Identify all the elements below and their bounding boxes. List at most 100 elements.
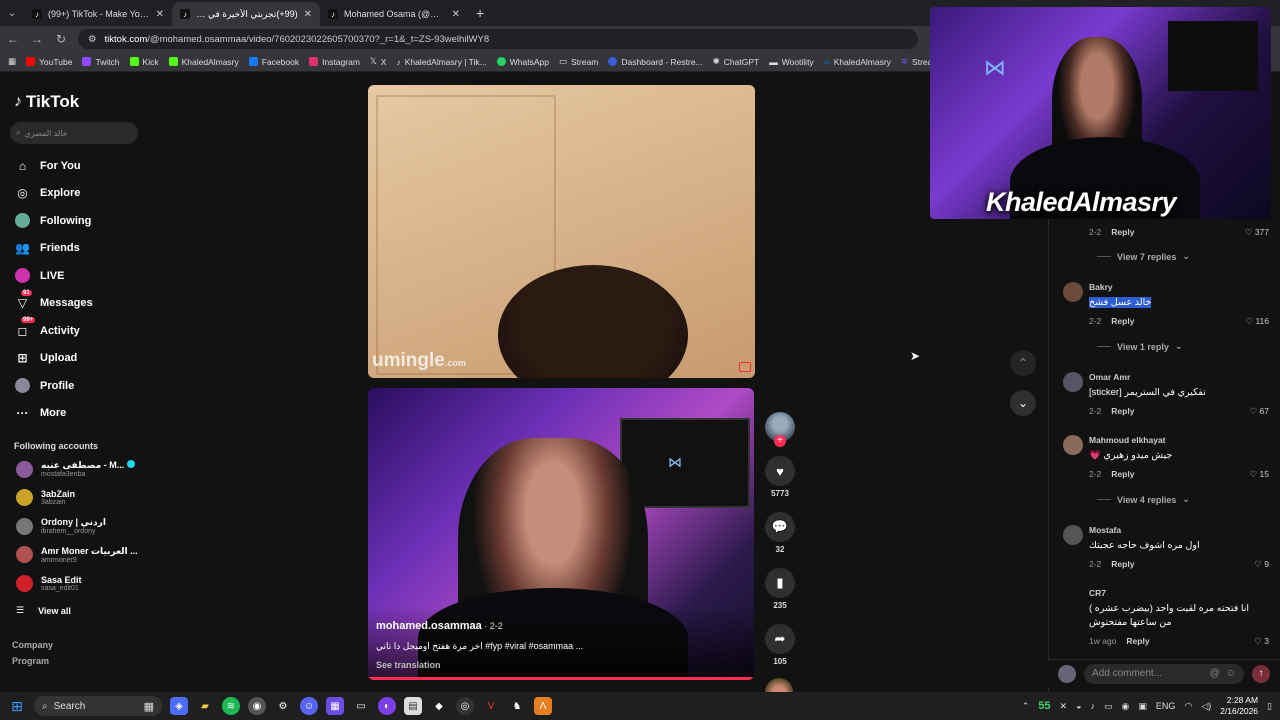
comment-user[interactable]: Mostafa [1089,525,1121,535]
nav-for-you[interactable]: ⌂ For You [10,152,150,180]
comment-like[interactable]: ♡ 377 [1245,227,1269,238]
account-item[interactable]: Sasa Edit sasa_edit01 [10,569,150,598]
comment-like[interactable]: ♡ 9 [1254,559,1269,570]
tiktok-logo[interactable]: ♪ TikTok [14,92,150,112]
tray-counter[interactable]: 55 [1038,700,1050,712]
file-explorer-icon[interactable]: ▰ [196,697,214,715]
tray-app-icon[interactable]: ✕ [1060,701,1068,712]
copilot-icon[interactable]: ◈ [170,697,188,715]
site-info-icon[interactable]: ⚙ [88,34,97,45]
store-icon[interactable]: ▤ [404,697,422,715]
nav-profile[interactable]: Profile [10,372,150,400]
footer-company-link[interactable]: Company [10,640,150,650]
bookmark-instagram[interactable]: Instagram [309,57,360,67]
url-field[interactable]: ⚙ tiktok.com/@mohamed.osammaa/video/7602… [78,29,918,49]
apps-grid-icon[interactable]: ▦ [8,56,16,67]
tray-app-icon[interactable]: ▣ [1138,701,1147,712]
tray-app-icon[interactable]: ▭ [1104,701,1113,712]
gamepad-icon[interactable]: ◆ [430,697,448,715]
nav-explore[interactable]: ◎ Explore [10,180,150,208]
reply-button[interactable]: Reply [1111,469,1134,479]
chrome-icon[interactable]: ◉ [248,697,266,715]
app-steam-icon[interactable]: ♞ [508,697,526,715]
reply-button[interactable]: Reply [1111,316,1134,326]
tray-app-icon[interactable]: ◉ [1122,701,1130,712]
bookmark-x[interactable]: 𝕏X [370,56,387,67]
close-icon[interactable]: ✕ [304,9,312,20]
previous-video[interactable]: umingle.com [368,85,755,378]
twitch-studio-icon[interactable]: ◐ [378,697,396,715]
video-progress-bar[interactable] [368,677,754,680]
view-all-button[interactable]: ☰ View all [10,602,150,620]
view-replies-button[interactable]: View 4 replies ⌄ [1097,494,1190,505]
save-button[interactable]: ▮ [765,568,795,598]
chevron-down-icon[interactable]: ⌄ [1010,390,1036,416]
tab-profile[interactable]: ♪ Mohamed Osama (@mohamed ✕ [320,2,468,26]
discord-icon[interactable]: ☺ [300,697,318,715]
forward-arrow-icon[interactable]: → [30,32,44,46]
nav-friends[interactable]: 👥 Friends [10,235,150,263]
close-icon[interactable]: ✕ [452,9,460,20]
microphone-icon[interactable]: ♪ [1091,701,1096,711]
current-video[interactable]: ⋈ mohamed.osammaa · 2-2 اخر مرة هفتح اوم… [368,388,754,680]
account-item[interactable]: Ordony | اردني ibrahem__ordony [10,512,150,541]
comment-user[interactable]: Omar Amr [1089,372,1130,382]
bookmark-restream[interactable]: Dashboard - Restre... [608,57,703,67]
nav-more[interactable]: ··· More [10,400,150,428]
obs-icon[interactable]: ◎ [456,697,474,715]
mention-icon[interactable]: @ [1210,668,1220,679]
apps-icon[interactable]: ▦ [326,697,344,715]
add-comment-input[interactable]: Add comment... @ ☺ [1084,663,1244,684]
like-button[interactable]: ♥ [765,456,795,486]
new-tab-button[interactable]: + [468,5,492,21]
bookmark-facebook[interactable]: Facebook [248,57,299,67]
reload-icon[interactable]: ↻ [54,32,68,46]
bookmark-whatsapp[interactable]: WhatsApp [496,57,549,67]
settings-icon[interactable]: ⚙ [274,697,292,715]
comment-user[interactable]: Mahmoud elkhayat [1089,435,1166,445]
bookmark-khaledalmasry-kick[interactable]: KhaledAlmasry [168,57,239,67]
reply-button[interactable]: Reply [1111,559,1134,569]
reply-button[interactable]: Reply [1111,227,1134,237]
bookmark-chatgpt[interactable]: ✺ ChatGPT [713,56,760,67]
account-item[interactable]: 3abZain 3abzain [10,484,150,513]
nav-activity[interactable]: ◻ 99+ Activity [10,317,150,345]
send-arrow-icon[interactable]: ↑ [1252,664,1270,683]
footer-program-link[interactable]: Program [10,656,150,666]
nav-upload[interactable]: ⊞ Upload [10,345,150,373]
comment-user[interactable]: CR7 [1089,588,1106,598]
volume-icon[interactable]: ◁) [1201,701,1211,712]
notification-icon[interactable]: ▯ [1267,701,1272,712]
bookmark-stream[interactable]: ▭ Stream [559,56,598,67]
share-button[interactable]: ➦ [765,624,795,654]
comment-user[interactable]: Bakry [1089,282,1113,292]
comment-like[interactable]: ♡ 116 [1245,316,1269,327]
language-indicator[interactable]: ENG [1156,701,1176,711]
tab-tiktok-video[interactable]: ♪ (99+)تجربتي الأخيرة في أوميجل | ✕ [172,2,320,26]
reply-button[interactable]: Reply [1111,406,1134,416]
close-icon[interactable]: ✕ [156,9,164,20]
comment-like[interactable]: ♡ 3 [1254,636,1269,647]
chevron-up-icon[interactable]: ⌃ [1010,350,1036,376]
view-replies-button[interactable]: View 7 replies ⌄ [1097,251,1190,262]
account-item[interactable]: Amr Moner العربيات ... amrmoner9 [10,541,150,570]
comment-like[interactable]: ♡ 67 [1250,406,1269,417]
nav-live[interactable]: LIVE [10,262,150,290]
bookmark-kick[interactable]: Kick [129,57,159,67]
windows-start-icon[interactable]: ⊞ [8,697,26,715]
terminal-icon[interactable]: ▭ [352,697,370,715]
comment-like[interactable]: ♡ 15 [1250,469,1269,480]
reply-button[interactable]: Reply [1126,636,1149,646]
view-replies-button[interactable]: View 1 reply ⌄ [1097,341,1182,352]
emoji-icon[interactable]: ☺ [1226,668,1236,679]
tab-search-icon[interactable]: ⌄ [0,0,24,26]
bookmark-khaledalmasry-meta[interactable]: ∞ KhaledAlmasry [824,57,891,67]
bookmark-khaledalmasry-tiktok[interactable]: ♪ KhaledAlmasry | Tik... [396,57,486,67]
bookmark-youtube[interactable]: YouTube [26,57,72,67]
follow-plus-icon[interactable]: + [774,435,786,447]
app-a-icon[interactable]: Λ [534,697,552,715]
author-avatar[interactable]: + [765,412,795,447]
see-translation-link[interactable]: See translation [376,660,441,670]
nav-messages[interactable]: ▽ 91 Messages [10,289,150,318]
search-input[interactable]: ⌕ خالد المصري [10,122,138,144]
